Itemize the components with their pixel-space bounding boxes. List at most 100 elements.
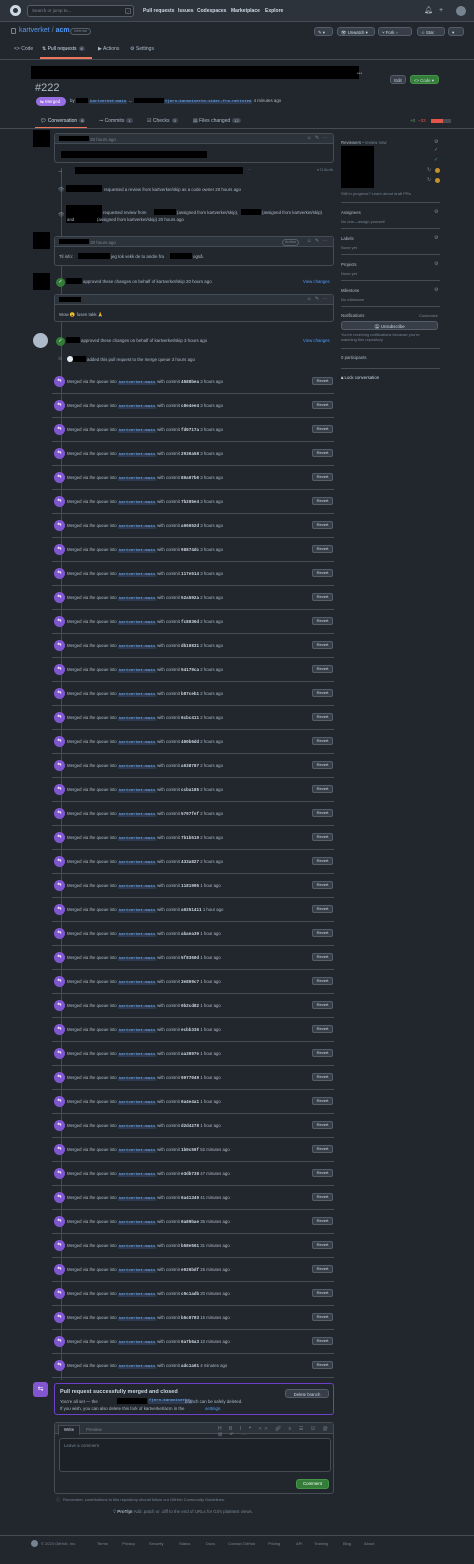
revert-button[interactable]: Revert <box>312 1289 333 1297</box>
revert-button[interactable]: Revert <box>312 521 333 529</box>
revert-button[interactable]: Revert <box>312 881 333 889</box>
revert-button[interactable]: Revert <box>312 1241 333 1249</box>
rerequest-icon[interactable]: ↻ <box>427 167 431 173</box>
merge-branch[interactable]: kartverket:main <box>117 1173 156 1177</box>
merge-commit-sha[interactable]: b5c0783 <box>181 1316 199 1321</box>
merge-commit-sha[interactable]: c8e4ee4 <box>181 404 199 409</box>
merge-branch[interactable]: kartverket:main <box>117 1365 156 1369</box>
edit-title-button[interactable]: Edit <box>390 75 406 84</box>
merge-commit-sha[interactable]: 0a4e4a1 <box>181 1100 199 1105</box>
star-button[interactable]: ☆ Star <box>417 27 445 36</box>
revert-button[interactable]: Revert <box>312 569 333 577</box>
nav-codespaces[interactable]: Codespaces <box>197 8 226 14</box>
star-dropdown-button[interactable]: ▾ <box>448 27 464 36</box>
merge-commit-sha[interactable]: 0b2cd82 <box>181 1004 199 1009</box>
merge-commit-sha[interactable]: ccba185 <box>181 788 199 793</box>
repo-name[interactable]: acm <box>56 27 70 34</box>
merge-branch[interactable]: kartverket:main <box>117 909 156 913</box>
code-dropdown-button[interactable]: <> Code ▾ <box>410 75 439 84</box>
avatar[interactable] <box>456 6 466 16</box>
comment-textarea[interactable]: Leave a comment <box>59 1438 331 1472</box>
merge-branch[interactable]: kartverket:main <box>117 429 156 433</box>
revert-button[interactable]: Revert <box>312 1217 333 1225</box>
footer-link-blog[interactable]: Blog <box>343 1541 351 1546</box>
comment-submit-button[interactable]: Comment <box>296 1479 329 1489</box>
write-tab[interactable]: Write <box>58 1425 80 1435</box>
footer-link-training[interactable]: Training <box>314 1541 328 1546</box>
merge-commit-sha[interactable]: db10831 <box>181 644 199 649</box>
revert-button[interactable]: Revert <box>312 1001 333 1009</box>
nav-issues[interactable]: Issues <box>178 8 194 14</box>
footer-link-privacy[interactable]: Privacy <box>122 1541 135 1546</box>
emoji-icon[interactable]: ☺ <box>306 238 312 244</box>
merge-commit-sha[interactable]: 1181995 <box>181 884 199 889</box>
commit-sha[interactable]: e713cdb <box>317 169 333 174</box>
merge-branch[interactable]: kartverket:main <box>117 1293 156 1297</box>
merge-commit-sha[interactable]: 5f8360d <box>181 956 199 961</box>
preview-tab[interactable]: Preview <box>86 1427 102 1433</box>
merge-branch[interactable]: kartverket:main <box>117 525 156 529</box>
merge-commit-sha[interactable]: 52a592a <box>181 596 199 601</box>
merge-commit-sha[interactable]: abaea39 <box>181 932 199 937</box>
merge-branch[interactable]: kartverket:main <box>117 645 156 649</box>
revert-button[interactable]: Revert <box>312 1145 333 1153</box>
gear-icon[interactable]: ⚙ <box>434 261 438 267</box>
merge-commit-sha[interactable]: a638787 <box>181 764 199 769</box>
merge-commit-sha[interactable]: 7b1b519 <box>181 836 199 841</box>
merge-branch[interactable]: kartverket:main <box>117 477 156 481</box>
merge-branch[interactable]: kartverket:main <box>117 837 156 841</box>
tab-actions[interactable]: ▶ Actions <box>98 46 119 52</box>
merge-commit-sha[interactable]: 9077049 <box>181 1076 199 1081</box>
merge-commit-sha[interactable]: 0a89bae <box>181 1220 199 1225</box>
revert-button[interactable]: Revert <box>312 833 333 841</box>
merge-branch[interactable]: kartverket:main <box>117 1221 156 1225</box>
merge-branch[interactable]: kartverket:main <box>117 981 156 985</box>
gear-icon[interactable]: ⚙ <box>434 209 438 215</box>
customize-link[interactable]: Customize <box>419 313 438 318</box>
emoji-icon[interactable]: ☺ <box>306 296 312 302</box>
gear-icon[interactable]: ⚙ <box>434 287 438 293</box>
search-input[interactable]: Search or jump to... / <box>27 5 134 17</box>
revert-button[interactable]: Revert <box>312 977 333 985</box>
revert-button[interactable]: Revert <box>312 1025 333 1033</box>
commit-ellipsis[interactable]: ··· <box>248 168 252 172</box>
footer-link-terms[interactable]: Terms <box>97 1541 108 1546</box>
merge-commit-sha[interactable]: 4588bea <box>181 380 199 385</box>
tab-settings[interactable]: ⚙ Settings <box>130 46 154 52</box>
github-footer-logo-icon[interactable] <box>31 1540 38 1547</box>
footer-link-about[interactable]: About <box>364 1541 374 1546</box>
nav-explore[interactable]: Explore <box>265 8 283 14</box>
tab-commits[interactable]: ⊸ Commits 1 <box>99 118 133 124</box>
delete-branch-button[interactable]: Delete branch <box>285 1389 329 1398</box>
footer-link-contact[interactable]: Contact GitHub <box>228 1541 255 1546</box>
settings-link[interactable]: settings. <box>205 1406 221 1412</box>
revert-button[interactable]: Revert <box>312 1361 333 1369</box>
merge-branch[interactable]: kartverket:main <box>117 957 156 961</box>
merge-branch[interactable]: kartverket:main <box>117 1341 156 1345</box>
revert-button[interactable]: Revert <box>312 1121 333 1129</box>
merge-branch[interactable]: kartverket:main <box>117 1197 156 1201</box>
merge-commit-sha[interactable]: 400b6dd <box>181 740 199 745</box>
pencil-icon[interactable]: ✎ <box>314 296 320 302</box>
merge-branch[interactable]: kartverket:main <box>117 381 156 385</box>
merge-branch[interactable]: kartverket:main <box>117 1269 156 1273</box>
revert-button[interactable]: Revert <box>312 785 333 793</box>
footer-link-pricing[interactable]: Pricing <box>268 1541 280 1546</box>
unsubscribe-button[interactable]: 🔕︎ Unsubscribe <box>341 321 438 330</box>
revert-button[interactable]: Revert <box>312 857 333 865</box>
footer-link-docs[interactable]: Docs <box>206 1541 215 1546</box>
revert-button[interactable]: Revert <box>312 617 333 625</box>
revert-button[interactable]: Revert <box>312 1265 333 1273</box>
merge-branch[interactable]: kartverket:main <box>117 813 156 817</box>
tab-files-changed[interactable]: ▤ Files changed 12 <box>193 118 241 124</box>
emoji-icon[interactable]: ☺ <box>306 135 312 141</box>
revert-button[interactable]: Revert <box>312 401 333 409</box>
view-changes-link[interactable]: View changes <box>303 279 330 284</box>
view-changes-link[interactable]: View changes <box>303 338 330 343</box>
merge-commit-sha[interactable]: 3e859c7 <box>181 980 199 985</box>
revert-button[interactable]: Revert <box>312 689 333 697</box>
revert-button[interactable]: Revert <box>312 497 333 505</box>
revert-button[interactable]: Revert <box>312 1337 333 1345</box>
merge-commit-sha[interactable]: 6cbc411 <box>181 716 199 721</box>
footer-link-api[interactable]: API <box>296 1541 302 1546</box>
